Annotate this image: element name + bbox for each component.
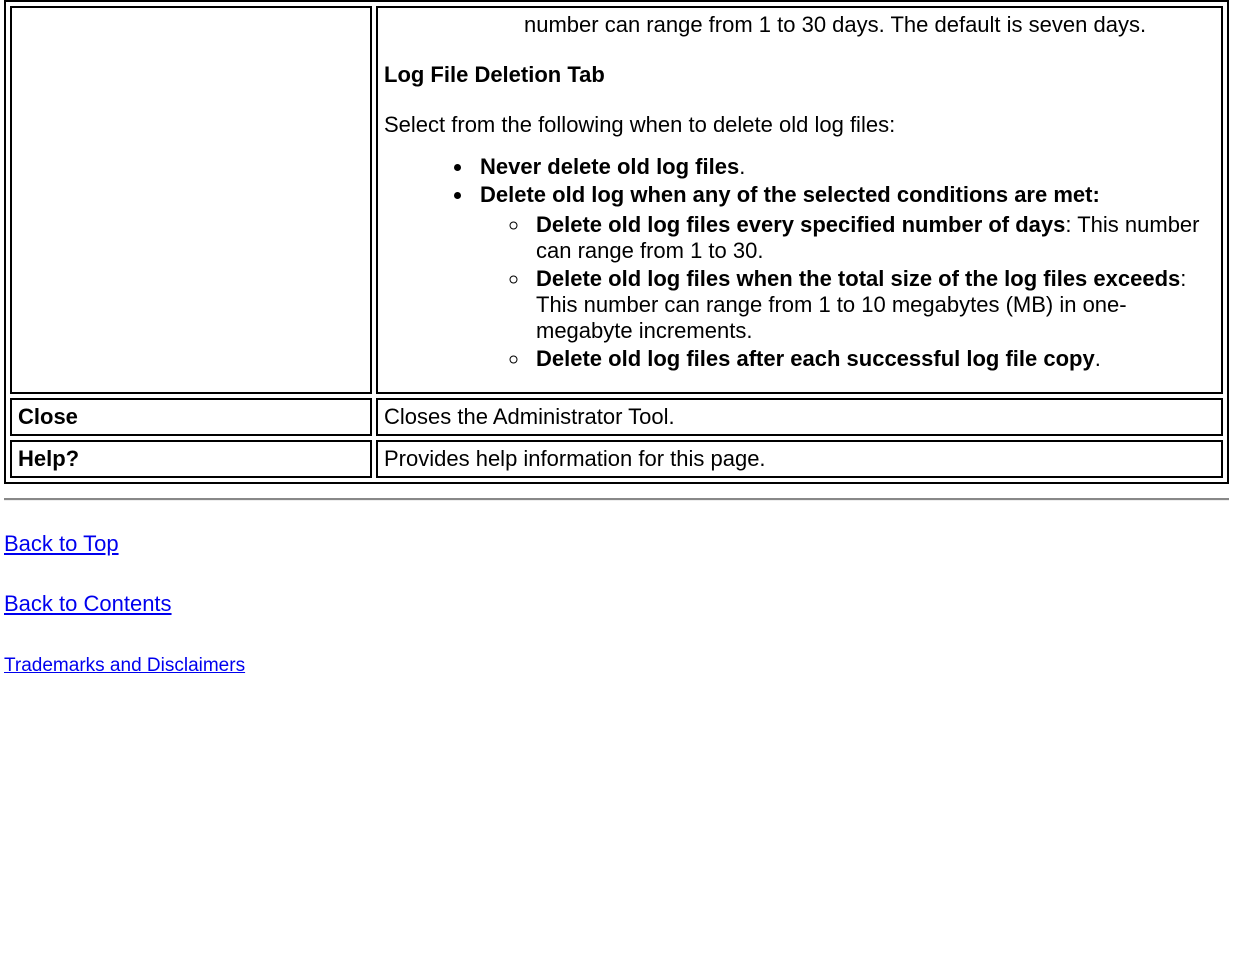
options-table: number can range from 1 to 30 days. The …: [4, 0, 1229, 484]
table-row: number can range from 1 to 30 days. The …: [10, 6, 1223, 394]
table-row: Help? Provides help information for this…: [10, 440, 1223, 478]
section-divider: [4, 498, 1229, 501]
close-desc-cell: Closes the Administrator Tool.: [376, 398, 1223, 436]
delete-after-copy-label: Delete old log files after each successf…: [536, 346, 1095, 371]
delete-after-copy-suffix: .: [1095, 346, 1101, 371]
list-item: Never delete old log files.: [474, 154, 1215, 180]
log-file-deletion-heading: Log File Deletion Tab: [384, 62, 1215, 88]
conditions-sublist: Delete old log files every specified num…: [480, 212, 1215, 372]
help-desc-cell: Provides help information for this page.: [376, 440, 1223, 478]
table-row: Close Closes the Administrator Tool.: [10, 398, 1223, 436]
close-label-cell: Close: [10, 398, 372, 436]
log-deletion-intro: Select from the following when to delete…: [384, 112, 1215, 138]
delete-days-label: Delete old log files every specified num…: [536, 212, 1065, 237]
never-delete-label: Never delete old log files: [480, 154, 739, 179]
list-item: Delete old log files every specified num…: [530, 212, 1215, 264]
back-to-top-link[interactable]: Back to Top: [4, 531, 119, 557]
deletion-options-list: Never delete old log files. Delete old l…: [384, 154, 1215, 372]
list-item: Delete old log when any of the selected …: [474, 182, 1215, 372]
list-item: Delete old log files when the total size…: [530, 266, 1215, 344]
list-item: Delete old log files after each successf…: [530, 346, 1215, 372]
trademarks-link[interactable]: Trademarks and Disclaimers: [4, 655, 245, 677]
delete-size-label: Delete old log files when the total size…: [536, 266, 1180, 291]
cell-log-deletion: number can range from 1 to 30 days. The …: [376, 6, 1223, 394]
delete-conditions-label: Delete old log when any of the selected …: [480, 182, 1100, 207]
fragment-text: number can range from 1 to 30 days. The …: [524, 12, 1146, 37]
back-to-contents-link[interactable]: Back to Contents: [4, 591, 172, 617]
help-label-cell: Help?: [10, 440, 372, 478]
cell-empty-left: [10, 6, 372, 394]
